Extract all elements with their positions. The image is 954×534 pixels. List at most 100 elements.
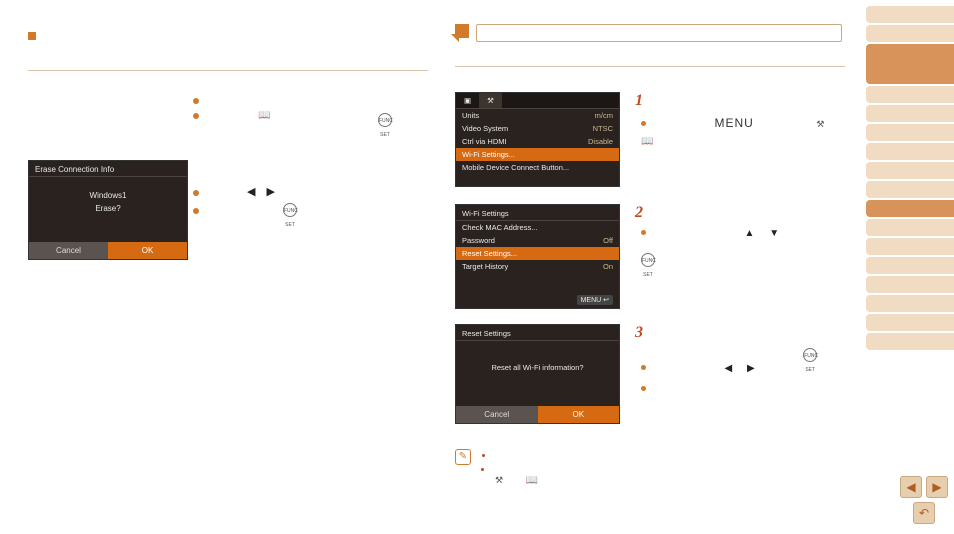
sidebar-tab[interactable] <box>866 257 954 274</box>
camera-screen-menu: ▣ ⚒ Units m/cm Video System NTSC Ctrl via HD… <box>455 92 620 187</box>
sidebar-tab[interactable] <box>866 86 954 103</box>
bullet-icon <box>641 365 646 370</box>
bullet <box>193 110 205 120</box>
sidebar-tab[interactable] <box>866 162 954 179</box>
right-column: ▣ ⚒ Unitsm/cmVideo SystemNTSCCtrl via HD… <box>455 24 845 67</box>
sidebar-tab[interactable] <box>866 25 954 42</box>
left-column: 📖 FUNC SET Erase Connection Info Windows… <box>28 30 428 71</box>
menu-row-label: Target History <box>462 262 508 271</box>
step-1: 1 MENU ⚒ 📖 <box>635 92 824 147</box>
tools-icon: ⚒ <box>495 475 503 485</box>
menu-row[interactable]: Check MAC Address... <box>456 221 619 234</box>
menu-row[interactable]: Ctrl via HDMI Disable <box>456 135 619 148</box>
menu-row[interactable]: Target History On <box>456 260 619 273</box>
note-bullet-icon <box>482 454 485 457</box>
bullet <box>193 205 205 215</box>
ok-button[interactable]: OK <box>108 242 187 259</box>
bullet: ◀ ▶ <box>193 185 279 198</box>
menu-row-label: Password <box>462 236 495 245</box>
bullet-icon <box>641 386 646 391</box>
section-number-icon <box>455 24 469 38</box>
camera-tab-icon[interactable]: ▣ <box>456 93 479 108</box>
cancel-button[interactable]: Cancel <box>456 406 538 423</box>
divider <box>455 66 845 67</box>
sidebar-tab[interactable] <box>866 295 954 312</box>
page-nav: ◀ ▶ ↶ <box>900 476 948 524</box>
menu-row-label: Mobile Device Connect Button... <box>462 163 569 172</box>
sidebar-tab[interactable] <box>866 181 954 198</box>
menu-row-value: m/cm <box>595 111 613 120</box>
func-set-icon: FUNC SET <box>641 253 655 267</box>
func-set-icon: FUNC SET <box>803 348 817 362</box>
prompt: Erase? <box>29 204 187 213</box>
menu-row[interactable]: Wi-Fi Settings... <box>456 148 619 161</box>
left-right-arrows-icon: ◀ ▶ <box>247 186 279 198</box>
sidebar-tab[interactable] <box>866 124 954 141</box>
menu-row[interactable]: Password Off <box>456 234 619 247</box>
up-down-arrows-icon: ▲ ▼ <box>745 228 786 239</box>
sidebar-tab[interactable] <box>866 6 954 23</box>
menu-row-value: Disable <box>588 137 613 146</box>
sidebar-tab[interactable] <box>866 238 954 255</box>
menu-return-icon[interactable]: MENU ↩ <box>577 295 613 305</box>
camera-screen-wifi-settings: Wi-Fi Settings Check MAC Address...Passw… <box>455 204 620 309</box>
menu-button-label: MENU <box>715 116 754 130</box>
camera-screen-buttons: Cancel OK <box>456 406 619 423</box>
tools-icon: ⚒ <box>816 119 824 129</box>
camera-screen-erase: Erase Connection Info Windows1 Erase? Ca… <box>28 160 188 260</box>
left-right-arrows-icon: ◀ ▶ <box>725 363 761 374</box>
step-3: 3 ◀ ▶ FUNC SET <box>635 324 817 394</box>
menu-row-value: NTSC <box>593 124 613 133</box>
menu-row-value: Off <box>603 236 613 245</box>
tools-tab-icon[interactable]: ⚒ <box>479 93 502 108</box>
prev-page-button[interactable]: ◀ <box>900 476 922 498</box>
sidebar-tab[interactable] <box>866 143 954 160</box>
return-button[interactable]: ↶ <box>913 502 935 524</box>
menu-row[interactable]: Reset Settings... <box>456 247 619 260</box>
book-icon: 📖 <box>641 136 653 147</box>
menu-row[interactable]: Mobile Device Connect Button... <box>456 161 619 174</box>
sidebar-tab[interactable] <box>866 276 954 293</box>
pencil-icon: ✎ <box>455 449 471 465</box>
prompt: Reset all Wi-Fi information? <box>456 341 619 372</box>
menu-row-label: Video System <box>462 124 508 133</box>
menu-row-label: Ctrl via HDMI <box>462 137 507 146</box>
note-block: ✎ ⚒ 📖 <box>455 449 845 486</box>
screen-title: Reset Settings <box>456 325 619 341</box>
sidebar-tab[interactable] <box>866 333 954 350</box>
tab-row: ▣ ⚒ <box>456 93 619 109</box>
device-name: Windows1 <box>29 191 187 200</box>
camera-screen-reset: Reset Settings Reset all Wi-Fi informati… <box>455 324 620 424</box>
sidebar-tab-active[interactable] <box>866 44 954 84</box>
menu-row-value: On <box>603 262 613 271</box>
menu-row-label: Reset Settings... <box>462 249 517 258</box>
sidebar-tab[interactable] <box>866 105 954 122</box>
step-2: 2 ▲ ▼ FUNC SET <box>635 204 785 278</box>
func-set-icon: FUNC SET <box>378 113 392 127</box>
sidebar-tab[interactable] <box>866 219 954 236</box>
bullet <box>193 95 205 105</box>
sidebar-tabs <box>866 6 954 350</box>
step-number: 1 <box>635 92 643 109</box>
note-bullet-icon <box>481 468 484 471</box>
next-page-button[interactable]: ▶ <box>926 476 948 498</box>
func-set-icon: FUNC SET <box>283 203 297 217</box>
camera-screen-buttons: Cancel OK <box>29 242 187 259</box>
menu-row-label: Units <box>462 111 479 120</box>
menu-row-label: Wi-Fi Settings... <box>462 150 515 159</box>
bullet-icon <box>641 121 646 126</box>
sidebar-tab[interactable] <box>866 314 954 331</box>
section-marker-icon <box>28 32 36 40</box>
menu-row[interactable]: Video System NTSC <box>456 122 619 135</box>
divider <box>28 70 428 71</box>
ok-button[interactable]: OK <box>538 406 620 423</box>
camera-screen-title: Erase Connection Info <box>29 161 187 177</box>
menu-row[interactable]: Units m/cm <box>456 109 619 122</box>
sidebar-tab-current[interactable] <box>866 200 954 217</box>
step-number: 2 <box>635 204 643 221</box>
bullet-icon <box>641 230 646 235</box>
cancel-button[interactable]: Cancel <box>29 242 108 259</box>
menu-row-label: Check MAC Address... <box>462 223 537 232</box>
book-icon: 📖 <box>258 110 270 121</box>
step-number: 3 <box>635 324 643 341</box>
